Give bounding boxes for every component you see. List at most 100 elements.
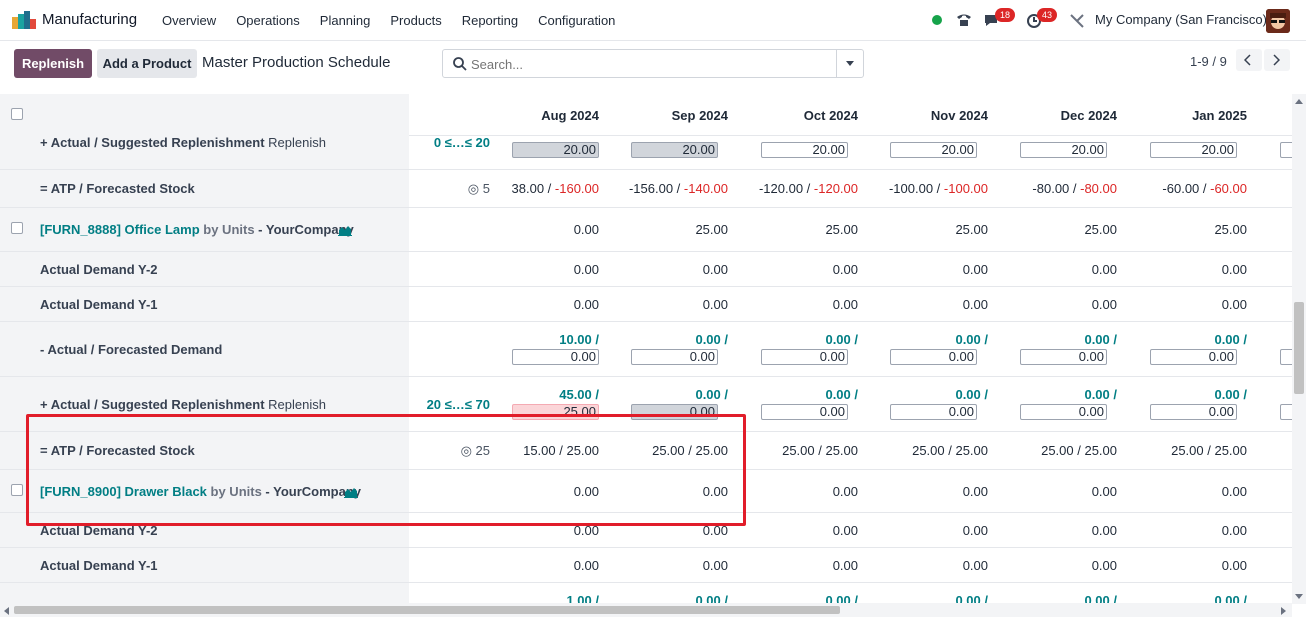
forecast-input-nov[interactable]: 0.00 — [890, 349, 977, 365]
replenish-input-oct[interactable]: 20.00 — [761, 142, 848, 158]
col-head-sep-2024: Sep 2024 — [671, 108, 728, 123]
replenish-input-dec[interactable]: 20.00 — [1020, 142, 1107, 158]
row-label: Actual Demand Y-2 — [40, 262, 158, 277]
row-label: + Actual / Suggested Replenishment Reple… — [40, 397, 326, 412]
period-header: Aug 2024 Sep 2024 Oct 2024 Nov 2024 Dec … — [0, 94, 1292, 136]
horizontal-scrollbar[interactable] — [0, 603, 1292, 617]
demand-y2-jan: 0.00 — [1221, 523, 1247, 538]
scroll-up-icon[interactable] — [1295, 98, 1303, 104]
user-avatar[interactable] — [1266, 9, 1290, 33]
safety-range-link[interactable]: 20 ≤…≤ 70 — [400, 397, 490, 412]
forecast-input-oct[interactable]: 0.00 — [761, 349, 848, 365]
forecast-input-aug[interactable]: 0.00 — [512, 349, 599, 365]
debug-tools-icon[interactable] — [1068, 12, 1086, 30]
vertical-scroll-thumb[interactable] — [1294, 302, 1304, 394]
safety-stock-target: ◎ 5 — [400, 181, 490, 197]
target-icon: ◎ — [467, 181, 480, 196]
pager-previous-button[interactable] — [1236, 49, 1262, 71]
demand-y1-oct: 0.00 — [832, 297, 858, 312]
scroll-down-icon[interactable] — [1295, 594, 1303, 600]
atp-actual: -100.00 / — [888, 181, 944, 196]
replenish-input-nov[interactable]: 20.00 — [890, 142, 977, 158]
replenish-button[interactable]: Replenish — [14, 49, 92, 78]
product-checkbox[interactable] — [11, 484, 23, 496]
add-product-button[interactable]: Add a Product — [97, 49, 197, 78]
scroll-left-icon[interactable] — [3, 607, 9, 615]
app-name[interactable]: Manufacturing — [42, 11, 137, 28]
col-head-jan-2025: Jan 2025 — [1192, 108, 1247, 123]
col-head-oct-2024: Oct 2024 — [803, 108, 858, 123]
replenish-input-next[interactable] — [1280, 142, 1292, 158]
search-filters-toggle[interactable] — [836, 50, 863, 77]
menu-planning[interactable]: Planning — [310, 0, 381, 41]
manufacturing-app-icon[interactable] — [12, 11, 36, 29]
replenish-input-oct[interactable]: 0.00 — [761, 404, 848, 420]
demand-y1-oct: 0.00 — [832, 558, 858, 573]
atp-cell-nov: -100.00 / -100.00 — [868, 181, 988, 196]
demand-y2-jan: 0.00 — [1221, 262, 1247, 277]
table-row-demand-y1: Actual Demand Y-1 0.00 0.00 0.00 0.00 0.… — [0, 548, 1292, 583]
starting-inventory-aug: 0.00 — [573, 222, 599, 237]
starting-inventory-sep: 25.00 — [695, 222, 728, 237]
demand-y1-nov: 0.00 — [962, 297, 988, 312]
atp-actual: -120.00 / — [758, 181, 814, 196]
forecast-report-icon[interactable] — [338, 224, 352, 236]
replenish-input-dec[interactable]: 0.00 — [1020, 404, 1107, 420]
status-dot — [932, 15, 942, 25]
atp-cell-jan: 25.00 / 25.00 — [1171, 443, 1247, 458]
safety-range-link[interactable]: 0 ≤…≤ 20 — [400, 135, 490, 150]
demand-y1-aug: 0.00 — [573, 558, 599, 573]
phone-icon[interactable] — [955, 11, 973, 29]
menu-operations[interactable]: Operations — [226, 0, 310, 41]
demand-y1-nov: 0.00 — [962, 558, 988, 573]
replenish-input-next[interactable] — [1280, 404, 1292, 420]
atp-cell-dec: 25.00 / 25.00 — [1041, 443, 1117, 458]
menu-reporting[interactable]: Reporting — [452, 0, 528, 41]
starting-inventory-nov: 25.00 — [955, 222, 988, 237]
select-all-checkbox[interactable] — [11, 108, 23, 120]
row-replenish-link[interactable]: Replenish — [268, 397, 326, 412]
pager-value[interactable]: 1-9 / 9 — [1190, 54, 1227, 69]
col-head-dec-2024: Dec 2024 — [1060, 108, 1117, 123]
replenish-input-aug[interactable]: 20.00 — [512, 142, 599, 158]
atp-forecast: -140.00 — [683, 181, 728, 196]
pager-next-button[interactable] — [1264, 49, 1290, 71]
top-navbar: Manufacturing Overview Operations Planni… — [0, 0, 1306, 41]
scroll-right-icon[interactable] — [1281, 607, 1287, 615]
replenish-input-nov[interactable]: 0.00 — [890, 404, 977, 420]
search-input[interactable] — [471, 55, 831, 73]
product-row-office-lamp: [FURN_8888] Office Lamp by Units - YourC… — [0, 208, 1292, 252]
forecast-input-sep[interactable]: 0.00 — [631, 349, 718, 365]
chevron-right-icon — [1273, 54, 1280, 66]
activity-count-badge: 43 — [1037, 8, 1058, 22]
horizontal-scroll-thumb[interactable] — [14, 606, 840, 614]
atp-cell-jan: -60.00 / -60.00 — [1127, 181, 1247, 196]
replenish-input-jan[interactable]: 20.00 — [1150, 142, 1237, 158]
forecast-input-next[interactable] — [1280, 349, 1292, 365]
demand-y1-sep: 0.00 — [702, 558, 728, 573]
product-checkbox[interactable] — [11, 222, 23, 234]
product-uom: by Units — [199, 222, 255, 237]
menu-configuration[interactable]: Configuration — [528, 0, 625, 41]
starting-inventory-jan: 0.00 — [1221, 484, 1247, 499]
menu-products[interactable]: Products — [380, 0, 451, 41]
row-replenish-link[interactable]: Replenish — [268, 135, 326, 150]
company-switcher[interactable]: My Company (San Francisco) — [1095, 12, 1267, 27]
col-head-nov-2024: Nov 2024 — [930, 108, 988, 123]
atp-forecast: -100.00 — [943, 181, 988, 196]
vertical-scrollbar[interactable] — [1292, 94, 1306, 604]
starting-inventory-dec: 0.00 — [1091, 484, 1117, 499]
replenish-input-jan[interactable]: 0.00 — [1150, 404, 1237, 420]
product-link[interactable]: [FURN_8888] Office Lamp — [40, 222, 200, 237]
forecast-input-jan[interactable]: 0.00 — [1150, 349, 1237, 365]
header-label-cell — [0, 94, 409, 136]
demand-y2-dec: 0.00 — [1091, 262, 1117, 277]
repl-actual-oct: 0.00 / — [825, 387, 858, 402]
demand-actual-sep: 0.00 / — [695, 332, 728, 347]
table-row-demand-y1: Actual Demand Y-1 0.00 0.00 0.00 0.00 0.… — [0, 287, 1292, 322]
replenish-input-sep[interactable]: 20.00 — [631, 142, 718, 158]
chat-count-badge: 18 — [995, 8, 1016, 22]
menu-overview[interactable]: Overview — [152, 0, 226, 41]
highlight-annotation-box — [26, 414, 746, 526]
forecast-input-dec[interactable]: 0.00 — [1020, 349, 1107, 365]
